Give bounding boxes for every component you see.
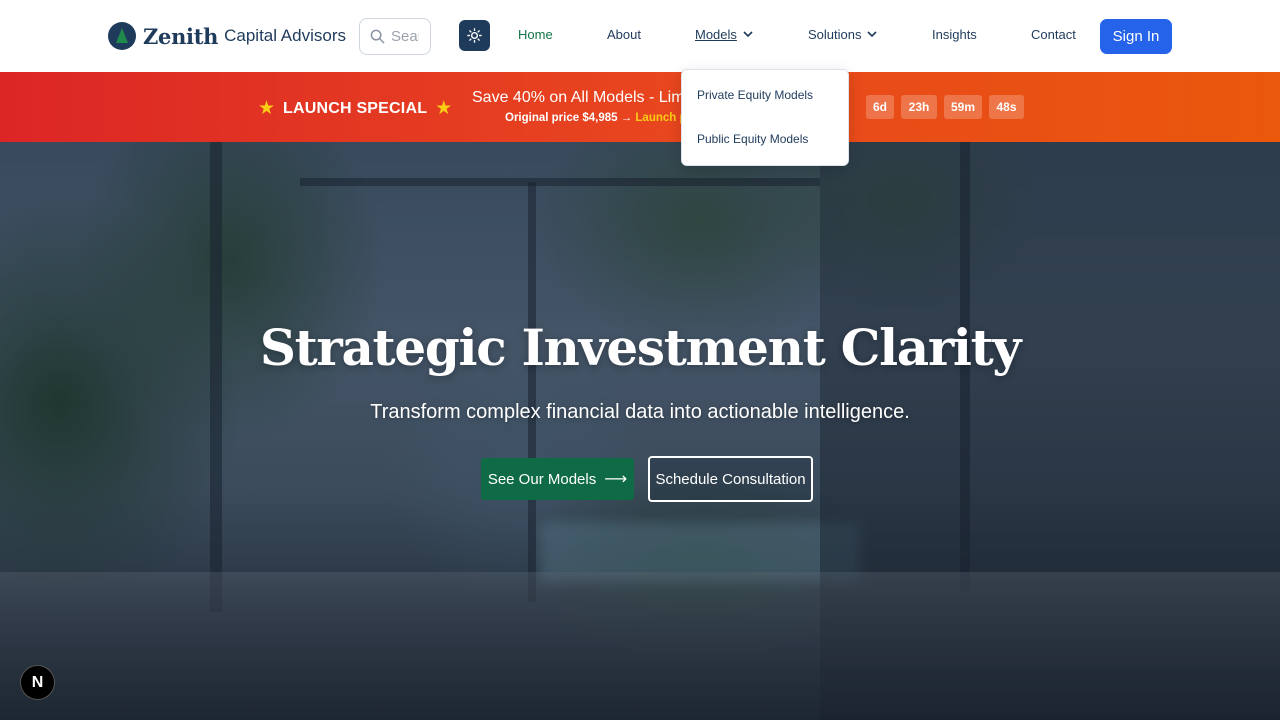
- nav-models[interactable]: Models: [695, 27, 753, 42]
- sun-icon: [467, 28, 482, 43]
- menu-item-private-equity-models[interactable]: Private Equity Models: [697, 88, 813, 102]
- search-input[interactable]: [391, 28, 419, 45]
- promo-price-note: Original price $4,985 → Launch price: [505, 112, 683, 124]
- promo-headline: Save 40% on All Models - Limited Time: [472, 89, 684, 106]
- chevron-down-icon: [743, 31, 753, 38]
- star-icon: ★: [258, 98, 276, 119]
- site-header: Zenith Capital Advisors Home About Model…: [0, 0, 1280, 72]
- hero-section: Strategic Investment Clarity Transform c…: [0, 142, 1280, 720]
- search-icon: [370, 29, 385, 44]
- models-dropdown-menu: Private Equity Models Public Equity Mode…: [681, 69, 849, 166]
- theme-toggle-button[interactable]: [459, 20, 490, 51]
- schedule-consultation-button[interactable]: Schedule Consultation: [648, 456, 813, 502]
- menu-item-public-equity-models[interactable]: Public Equity Models: [697, 132, 808, 146]
- countdown-seconds: 48s: [989, 95, 1024, 119]
- tree-logo-icon: [108, 22, 136, 50]
- dev-tools-badge[interactable]: N: [20, 665, 55, 700]
- original-price-text: Original price $4,985 →: [505, 112, 633, 124]
- search-box[interactable]: [359, 18, 431, 55]
- nav-contact[interactable]: Contact: [1031, 27, 1076, 42]
- nav-solutions-label: Solutions: [808, 27, 862, 42]
- nav-insights[interactable]: Insights: [932, 27, 977, 42]
- brand-name: Zenith: [143, 23, 219, 49]
- sign-in-button[interactable]: Sign In: [1100, 19, 1172, 54]
- launch-special-label: LAUNCH SPECIAL: [283, 99, 428, 117]
- launch-price-text: Launch price: [635, 112, 683, 124]
- nav-home[interactable]: Home: [518, 27, 553, 42]
- arrow-right-icon: ⟶: [604, 471, 628, 488]
- nav-about[interactable]: About: [607, 27, 641, 42]
- countdown-minutes: 59m: [944, 95, 982, 119]
- countdown-days: 6d: [866, 95, 894, 119]
- see-our-models-button[interactable]: See Our Models ⟶: [481, 458, 634, 500]
- star-icon: ★: [435, 98, 453, 119]
- countdown-hours: 23h: [901, 95, 937, 119]
- hero-title: Strategic Investment Clarity: [259, 318, 1022, 377]
- hero-overlay: [0, 142, 1280, 720]
- hero-subtitle: Transform complex financial data into ac…: [370, 401, 910, 423]
- brand-logo[interactable]: Zenith Capital Advisors: [108, 22, 346, 50]
- promo-banner: ★ LAUNCH SPECIAL ★ Save 40% on All Model…: [0, 72, 1280, 142]
- brand-tagline: Capital Advisors: [224, 26, 346, 45]
- nav-models-label: Models: [695, 27, 737, 42]
- see-our-models-label: See Our Models: [487, 470, 597, 488]
- nav-solutions[interactable]: Solutions: [808, 27, 878, 42]
- launch-special-badge: ★ LAUNCH SPECIAL ★: [258, 97, 452, 120]
- chevron-down-icon: [867, 31, 878, 38]
